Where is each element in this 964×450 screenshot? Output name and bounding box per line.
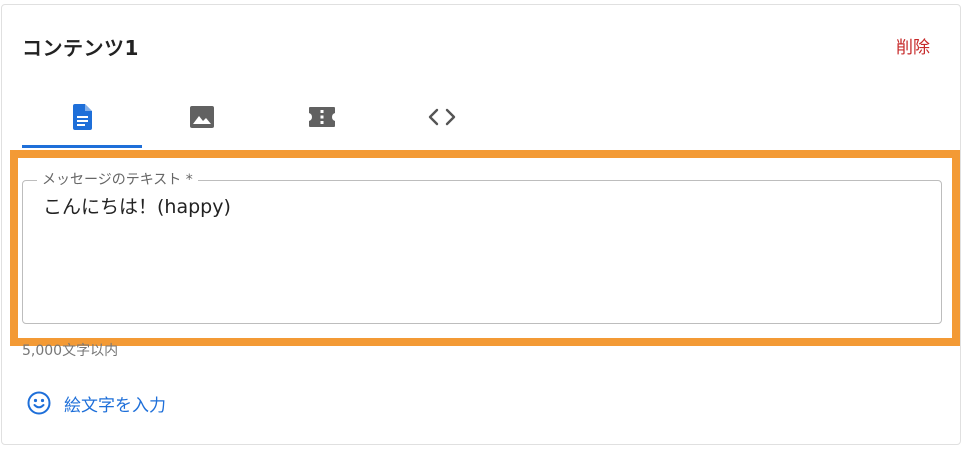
message-field-label: メッセージのテキスト * (37, 171, 198, 189)
emoji-button-label: 絵文字を入力 (64, 395, 166, 416)
delete-button[interactable]: 削除 (896, 33, 930, 58)
document-icon (70, 104, 94, 130)
content-type-tabs (22, 86, 502, 148)
tab-text[interactable] (22, 86, 142, 148)
character-limit-helper: 5,000文字以内 (22, 343, 119, 359)
content-title: コンテンツ1 (22, 36, 139, 60)
image-icon (189, 105, 215, 129)
emoji-input-button[interactable]: 絵文字を入力 (26, 390, 166, 416)
tab-coupon[interactable] (262, 86, 382, 148)
message-field-value[interactable]: こんにちは！(happy) (43, 195, 231, 219)
tab-image[interactable] (142, 86, 262, 148)
smiley-icon (26, 390, 52, 416)
code-icon (428, 107, 456, 127)
tab-code[interactable] (382, 86, 502, 148)
message-text-field[interactable]: メッセージのテキスト * こんにちは！(happy) (22, 171, 942, 324)
coupon-icon (308, 106, 336, 128)
